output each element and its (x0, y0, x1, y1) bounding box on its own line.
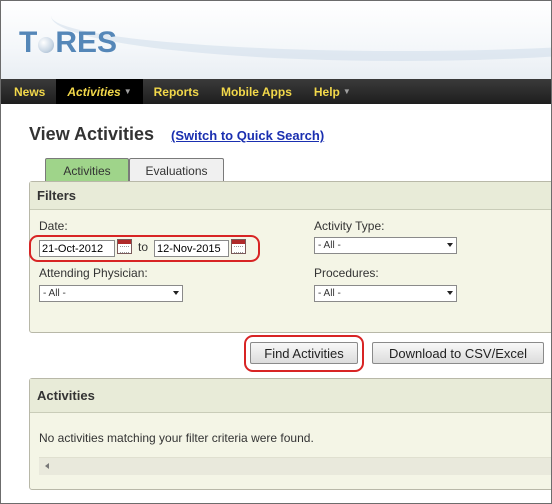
tab-activities[interactable]: Activities (45, 158, 129, 182)
nav-item-label: Mobile Apps (220, 84, 292, 99)
logo-text-left: T (19, 26, 38, 59)
nav-item-label: Activities (67, 84, 121, 99)
date-to-label: to (138, 240, 149, 254)
chevron-down-icon: ▼ (123, 87, 132, 96)
filters-panel: Filters Date: to Activity Type: - All - … (29, 181, 551, 333)
activity-type-label: Activity Type: (314, 219, 385, 233)
logo-globe-icon (38, 37, 55, 53)
app-window: T RES News Activities ▼ Reports Mobile A… (0, 0, 552, 504)
nav-item-mobile-apps[interactable]: Mobile Apps (210, 79, 303, 104)
activities-panel: Activities No activities matching your f… (29, 378, 551, 490)
nav-item-label: Reports (153, 84, 199, 99)
date-to-input[interactable] (154, 240, 229, 257)
filters-heading: Filters (30, 182, 551, 210)
chevron-down-icon: ▼ (342, 87, 351, 96)
tres-logo[interactable]: T RES (19, 25, 117, 61)
download-csv-button[interactable]: Download to CSV/Excel (372, 342, 544, 364)
activity-type-select[interactable]: - All - (314, 237, 457, 254)
switch-to-quick-search-link[interactable]: (Switch to Quick Search) (171, 128, 324, 143)
dropdown-arrow-icon (173, 291, 179, 295)
horizontal-scrollbar[interactable] (39, 457, 551, 475)
logo-text-right: RES (55, 26, 118, 59)
nav-item-label: News (14, 84, 46, 99)
activities-heading: Activities (30, 379, 551, 413)
nav-item-reports[interactable]: Reports (143, 79, 210, 104)
nav-item-label: Help (313, 84, 340, 99)
nav-item-news[interactable]: News (1, 79, 56, 104)
procedures-select[interactable]: - All - (314, 285, 457, 302)
nav-item-activities[interactable]: Activities ▼ (56, 79, 143, 104)
banner-swoosh (51, 1, 551, 61)
main-nav: News Activities ▼ Reports Mobile Apps He… (1, 79, 551, 104)
attending-physician-value: - All - (43, 288, 66, 299)
calendar-icon[interactable] (117, 239, 132, 254)
attending-physician-label: Attending Physician: (39, 266, 148, 280)
tab-evaluations[interactable]: Evaluations (129, 158, 224, 182)
header-banner: T RES (1, 1, 551, 79)
page-title: View Activities (29, 124, 155, 144)
calendar-icon[interactable] (231, 239, 246, 254)
dropdown-arrow-icon (447, 243, 453, 247)
empty-results-message: No activities matching your filter crite… (39, 431, 314, 445)
procedures-value: - All - (318, 288, 341, 299)
activity-type-value: - All - (318, 240, 341, 251)
find-activities-button[interactable]: Find Activities (250, 342, 358, 364)
scroll-left-icon[interactable] (45, 463, 49, 469)
dropdown-arrow-icon (447, 291, 453, 295)
date-from-input[interactable] (39, 240, 115, 257)
date-label: Date: (39, 219, 68, 233)
attending-physician-select[interactable]: - All - (39, 285, 183, 302)
procedures-label: Procedures: (314, 266, 379, 280)
nav-item-help[interactable]: Help ▼ (303, 79, 362, 104)
